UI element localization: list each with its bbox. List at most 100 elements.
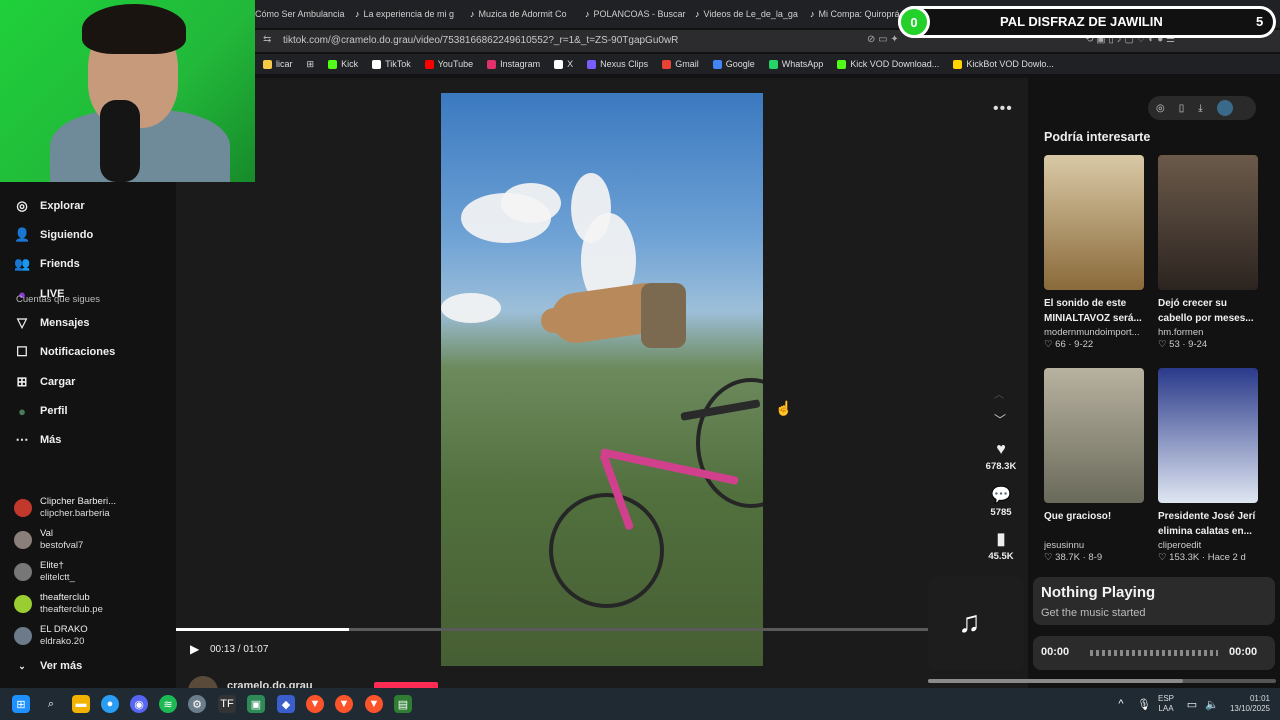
card-author[interactable]: modernmundoimport... — [1044, 327, 1144, 338]
browser-tab[interactable]: ♪ Muzica de Adormit Co — [470, 4, 580, 24]
like-button[interactable]: ♥ 678.3K — [980, 441, 1022, 472]
followed-account[interactable]: Clipcher Barberi... clipcher.barberia — [14, 496, 116, 520]
video-progress-bar[interactable] — [176, 628, 928, 631]
sidebar-item-compass[interactable]: ◎ Explorar — [14, 195, 84, 217]
overlay-left-count: 0 — [898, 6, 930, 38]
card-author[interactable]: hm.formen — [1158, 327, 1258, 338]
bookmark-label: Gmail — [675, 59, 699, 69]
video-thumbnail[interactable] — [1158, 155, 1258, 290]
bookmark-item[interactable]: Google — [712, 59, 755, 69]
bookmark-label: licar — [276, 59, 293, 69]
see-more-button[interactable]: ⌄ Ver más — [14, 655, 82, 677]
video-thumbnail[interactable] — [1044, 368, 1144, 503]
chrome-icon[interactable]: ● — [101, 695, 119, 713]
spotify-icon[interactable]: ≋ — [159, 695, 177, 713]
recommendation-card[interactable]: Que gracioso! jesusinnu ♡ 38.7K · 8-9 — [1044, 368, 1144, 563]
sidebar-item-friends[interactable]: 👥 Friends — [14, 253, 80, 275]
brave-icon[interactable]: ▼ — [365, 695, 383, 713]
followed-account[interactable]: theafterclub theafterclub.pe — [14, 592, 103, 616]
bookmark-item[interactable]: WhatsApp — [768, 59, 823, 69]
card-title[interactable]: Presidente José Jerí elimina calatas en.… — [1158, 509, 1258, 539]
more-options-icon[interactable]: ••• — [993, 100, 1013, 118]
taskbar-clock[interactable]: 01:01 13/10/2025 — [1226, 694, 1270, 714]
card-author[interactable]: cliperoedit — [1158, 540, 1258, 551]
brave-icon[interactable]: ▼ — [335, 695, 353, 713]
previous-video-icon[interactable]: ︿ — [994, 386, 1004, 401]
recommendation-card[interactable]: Presidente José Jerí elimina calatas en.… — [1158, 368, 1258, 563]
bookmark-item[interactable]: Kick — [328, 59, 358, 69]
network-icon[interactable]: ▭ — [1183, 695, 1201, 713]
app-icon[interactable]: ▣ — [247, 695, 265, 713]
download-icon[interactable]: ⤓ — [1198, 103, 1202, 114]
discord-icon[interactable]: ◉ — [130, 695, 148, 713]
sidebar-item-messages[interactable]: ▽ Mensajes — [14, 312, 90, 334]
sidebar-item-upload[interactable]: ⊞ Cargar — [14, 371, 76, 393]
apps-grid-icon[interactable]: ⊞ — [307, 59, 315, 70]
overlay-right-count: 5 — [1256, 14, 1264, 29]
scrollbar-thumb[interactable] — [928, 679, 1183, 683]
bookmark-item[interactable]: licar — [263, 59, 293, 69]
app-icon[interactable]: ▤ — [394, 695, 412, 713]
bookmark-item[interactable]: Gmail — [662, 59, 699, 69]
play-icon[interactable]: ▶ — [190, 642, 199, 656]
app-icon[interactable]: ◆ — [277, 695, 295, 713]
now-playing-subtitle: Get the music started — [1041, 607, 1146, 619]
language-indicator[interactable]: ESP LAA — [1158, 694, 1174, 714]
account-text: EL DRAKO eldrako.20 — [40, 624, 88, 648]
microphone-icon[interactable]: 🎙 — [1135, 695, 1153, 713]
browser-tab[interactable]: ♪ La experiencia de mi g — [355, 4, 465, 24]
sidebar-item-profile[interactable]: ● Perfil — [14, 400, 67, 422]
horizontal-scrollbar[interactable] — [928, 679, 1276, 683]
recommendations-title: Podría interesarte — [1044, 130, 1151, 144]
card-author[interactable]: jesusinnu — [1044, 540, 1144, 551]
music-progress-track[interactable] — [1090, 650, 1218, 656]
phone-icon[interactable]: ▯ — [1179, 103, 1185, 114]
card-title[interactable]: Que gracioso! — [1044, 509, 1144, 539]
browser-tab[interactable]: Cómo Ser Ambulancia — [255, 4, 350, 24]
followed-account[interactable]: EL DRAKO eldrako.20 — [14, 624, 88, 648]
comment-button[interactable]: 💬 5785 — [980, 485, 1022, 518]
browser-tab[interactable]: ♪ POLANCOAS - Buscar — [585, 4, 690, 24]
steam-icon[interactable]: ⚙ — [188, 695, 206, 713]
video-player[interactable] — [441, 93, 763, 666]
file-explorer-icon[interactable]: ▬ — [72, 695, 90, 713]
bookmark-item[interactable]: X — [554, 59, 573, 69]
bookmark-item[interactable]: Kick VOD Download... — [837, 59, 939, 69]
bookmark-item[interactable]: YouTube — [424, 59, 474, 69]
save-count: 45.5K — [988, 551, 1014, 562]
url-text[interactable]: tiktok.com/@cramelo.do.grau/video/753816… — [283, 35, 678, 46]
volume-icon[interactable]: 🔈 — [1203, 695, 1221, 713]
user-avatar-icon[interactable] — [1216, 100, 1233, 116]
compass-small-icon[interactable]: ◎ — [1156, 103, 1165, 114]
extensions-icon[interactable]: ⊘ ▭ ✦ — [867, 34, 899, 45]
card-title[interactable]: Dejó crecer su cabello por meses... — [1158, 296, 1258, 326]
browser-tab[interactable]: ♪ Videos de Le_de_la_ga — [695, 4, 805, 24]
bike-wheel — [549, 493, 664, 608]
sidebar-item-label: Siguiendo — [40, 229, 94, 241]
search-icon[interactable]: ⌕ — [42, 695, 60, 713]
windows-start-icon[interactable]: ⊞ — [12, 695, 30, 713]
save-button[interactable]: ▮ 45.5K — [980, 529, 1022, 562]
followed-account[interactable]: Elite† elitelctt_ — [14, 560, 75, 584]
site-info-icon[interactable]: ⇆ — [263, 34, 271, 45]
video-thumbnail[interactable] — [1158, 368, 1258, 503]
next-video-icon[interactable]: ﹀ — [994, 411, 1006, 428]
recommendation-card[interactable]: Dejó crecer su cabello por meses... hm.fo… — [1158, 155, 1258, 350]
bookmark-item[interactable]: Nexus Clips — [587, 59, 648, 69]
brave-icon[interactable]: ▼ — [306, 695, 324, 713]
bookmark-item[interactable]: Instagram — [487, 59, 540, 69]
card-title[interactable]: El sonido de este MINIALTAVOZ será... — [1044, 296, 1144, 326]
recommendation-card[interactable]: El sonido de este MINIALTAVOZ será... mod… — [1044, 155, 1144, 350]
video-thumbnail[interactable] — [1044, 155, 1144, 290]
bookmark-icon: ▮ — [996, 531, 1006, 548]
tray-chevron-icon[interactable]: ^ — [1112, 695, 1130, 713]
app-icon[interactable]: TF — [218, 695, 236, 713]
followed-account[interactable]: Val bestofval7 — [14, 528, 83, 552]
bookmark-item[interactable]: KickBot VOD Dowlo... — [953, 59, 1054, 69]
sidebar-item-notifications[interactable]: ☐ Notificaciones — [14, 341, 115, 363]
sidebar-item-following[interactable]: 👤 Siguiendo — [14, 224, 93, 246]
bookmark-item[interactable]: TikTok — [372, 59, 411, 69]
tiktok-icon: ♪ — [810, 9, 815, 19]
bookmark-label: YouTube — [437, 59, 474, 69]
sidebar-item-more[interactable]: ⋯ Más — [14, 429, 62, 451]
